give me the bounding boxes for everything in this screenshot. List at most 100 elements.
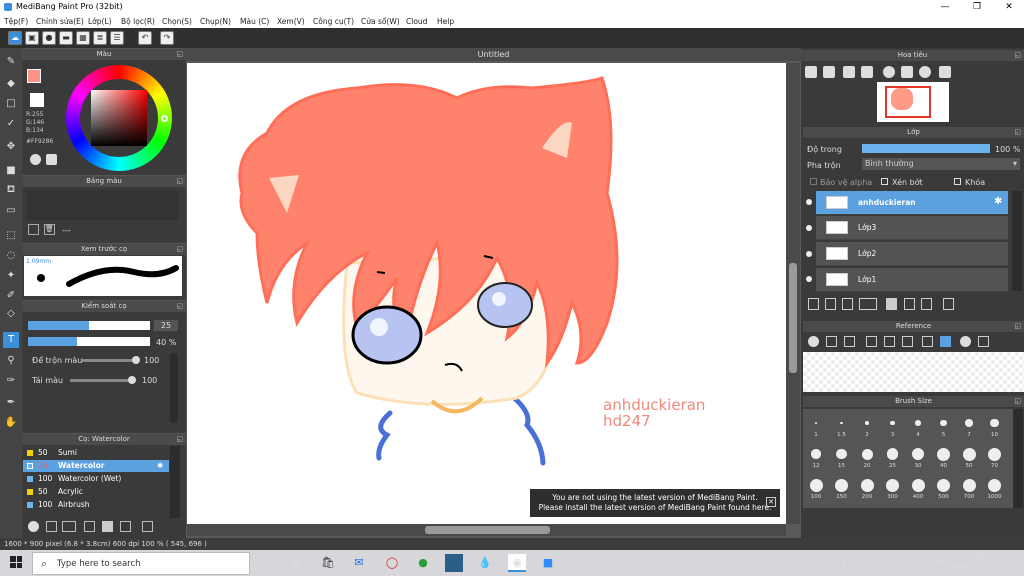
- close-notice-icon[interactable]: ✕: [766, 497, 776, 507]
- close-icon[interactable]: [844, 336, 855, 347]
- background-color-swatch[interactable]: [30, 93, 44, 107]
- brush-size-dot[interactable]: [965, 419, 973, 427]
- photos-icon[interactable]: [445, 554, 463, 572]
- navigator-thumbnail[interactable]: [877, 82, 949, 122]
- saturation-value-square[interactable]: [91, 90, 147, 146]
- brush-size-slider[interactable]: [28, 321, 150, 330]
- actual-size-icon[interactable]: [861, 66, 873, 78]
- brush-size-dot[interactable]: [815, 422, 817, 424]
- language-indicator[interactable]: VIE: [932, 559, 943, 567]
- zoom-in-icon[interactable]: [805, 66, 817, 78]
- brush-menu-icon[interactable]: [62, 521, 76, 532]
- lasso-tool-icon[interactable]: ◌: [3, 248, 19, 264]
- cloud-icon[interactable]: ☁: [8, 31, 22, 45]
- reset-icon[interactable]: [978, 336, 989, 347]
- select-tool-icon[interactable]: ⬚: [3, 228, 19, 244]
- menu-help[interactable]: Help: [437, 17, 454, 26]
- redo-icon[interactable]: ↷: [160, 31, 174, 45]
- menu-cloud[interactable]: Cloud: [406, 17, 427, 26]
- rotate-left-icon[interactable]: [883, 66, 895, 78]
- close-button[interactable]: ✕: [994, 0, 1024, 14]
- mail-icon[interactable]: ✉: [350, 554, 368, 572]
- eyedropper-icon[interactable]: [922, 336, 933, 347]
- canvas-tab[interactable]: Untitled: [186, 48, 801, 61]
- brush-size-dot[interactable]: [962, 478, 976, 492]
- brush-item[interactable]: 100 Watercolor (Wet): [23, 473, 169, 485]
- eye-icon[interactable]: [806, 199, 812, 205]
- cortana-icon[interactable]: ○: [257, 554, 275, 572]
- text-tool-icon[interactable]: T: [3, 332, 19, 348]
- gradient-tool-icon[interactable]: ▭: [3, 203, 19, 219]
- brush-size-scrollbar[interactable]: [1013, 409, 1023, 508]
- rect-select-icon[interactable]: □: [3, 96, 19, 112]
- magic-wand-icon[interactable]: ✦: [3, 268, 19, 284]
- brush-size-dot[interactable]: [861, 448, 873, 460]
- menu-tools[interactable]: Công cụ(T): [313, 17, 354, 26]
- pen-tool-icon[interactable]: ✒: [3, 395, 19, 411]
- eraser-tool-icon[interactable]: ◆: [3, 76, 19, 92]
- folder-icon[interactable]: [886, 298, 897, 310]
- brush-size-dot[interactable]: [915, 420, 921, 426]
- panel-icon[interactable]: ≣: [93, 31, 107, 45]
- network-icon[interactable]: ▭: [851, 554, 869, 572]
- merge-layer-icon[interactable]: [921, 298, 932, 310]
- brush-size-dot[interactable]: [937, 447, 950, 461]
- brush-size-dot[interactable]: [809, 478, 823, 492]
- brush-size-dot[interactable]: [860, 478, 874, 492]
- maximize-button[interactable]: ❐: [962, 0, 992, 14]
- layer-row-selected[interactable]: anhduckieran ✱: [816, 191, 1008, 215]
- eye-icon[interactable]: [806, 225, 812, 231]
- flip-icon[interactable]: [939, 66, 951, 78]
- drawing-canvas[interactable]: anhduckieran hd247: [187, 63, 786, 524]
- chrome-icon[interactable]: ◉: [508, 554, 526, 572]
- menu-layer[interactable]: Lớp(L): [88, 17, 112, 26]
- layer-blend-select[interactable]: Bình thường ▾: [862, 158, 1020, 170]
- brush-item[interactable]: 50 Acrylic: [23, 486, 169, 498]
- opera-icon[interactable]: ◯: [383, 554, 401, 572]
- operation-tool-icon[interactable]: ⚲: [3, 353, 19, 369]
- eye-icon[interactable]: [806, 251, 812, 257]
- brush-tool-icon[interactable]: ✎: [3, 54, 19, 70]
- list-icon[interactable]: ☰: [110, 31, 124, 45]
- brush-size-dot[interactable]: [940, 419, 947, 427]
- zoom-in-icon[interactable]: [866, 336, 877, 347]
- brush-list-scrollbar[interactable]: [170, 446, 180, 518]
- copy-brush-icon[interactable]: [84, 521, 95, 532]
- lock-checkbox[interactable]: [954, 178, 961, 185]
- blend-slider[interactable]: [82, 356, 140, 364]
- menu-edit[interactable]: Chỉnh sửa(E): [36, 17, 84, 26]
- fill-shape-icon[interactable]: ■: [3, 163, 19, 179]
- zoom-out-icon[interactable]: [823, 66, 835, 78]
- brush-size-dot[interactable]: [988, 478, 1001, 492]
- hand-icon[interactable]: [940, 336, 951, 347]
- eyedropper-tool-icon[interactable]: ✑: [3, 373, 19, 389]
- reference-view[interactable]: [803, 352, 1024, 392]
- layer-opacity-slider[interactable]: [862, 144, 990, 153]
- task-view-icon[interactable]: ⧉: [287, 554, 305, 572]
- layer-row[interactable]: Lớp3: [816, 216, 1008, 240]
- brush-size-dot[interactable]: [911, 478, 925, 492]
- layer-row[interactable]: Lớp2: [816, 242, 1008, 266]
- rotate-right-icon[interactable]: [919, 66, 931, 78]
- move-tool-icon[interactable]: ✥: [3, 139, 19, 155]
- reset-icon[interactable]: [901, 66, 913, 78]
- undo-icon[interactable]: ↶: [138, 31, 152, 45]
- notification-icon[interactable]: ▢: [997, 554, 1015, 572]
- dot-tool-icon[interactable]: ✓: [3, 116, 19, 132]
- brush-size-dot[interactable]: [962, 447, 976, 461]
- palette-icon[interactable]: [30, 154, 41, 165]
- brush-size-dot[interactable]: [886, 478, 899, 492]
- folder-icon[interactable]: [102, 521, 113, 532]
- brush-size-dot[interactable]: [988, 447, 1001, 461]
- menu-window[interactable]: Cửa sổ(W): [361, 17, 400, 26]
- new-file-icon[interactable]: ▣: [25, 31, 39, 45]
- bucket-tool-icon[interactable]: ⛾: [3, 182, 19, 198]
- layer-menu-icon[interactable]: [859, 298, 877, 310]
- delete-layer-icon[interactable]: [943, 298, 954, 310]
- brush-size-dot[interactable]: [865, 421, 869, 425]
- brush-opacity-slider[interactable]: [28, 337, 150, 346]
- app-icon[interactable]: ●: [414, 554, 432, 572]
- delete-palette-icon[interactable]: 🗑: [44, 224, 55, 235]
- layers-scrollbar[interactable]: [1012, 191, 1022, 291]
- color-settings-icon[interactable]: [46, 154, 57, 165]
